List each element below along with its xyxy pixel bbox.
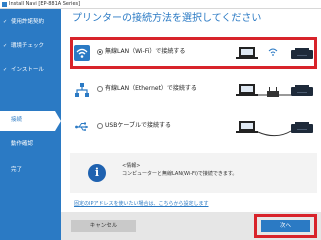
sidebar-item-operation-check: 動作確認 (0, 135, 61, 155)
next-button-highlight: 次へ (254, 214, 317, 238)
sidebar-item-label: 使用許諾契約 (11, 19, 45, 25)
option-label: 無線LAN（Wi-Fi）で接続する (105, 48, 186, 55)
sidebar-item-license: ✓ 使用許諾契約 (0, 13, 61, 33)
sidebar-item-label: 環境チェック (11, 43, 45, 49)
option-usb[interactable]: USBケーブルで接続する (70, 111, 317, 143)
option-label: 有線LAN（Ethernet）で接続する (105, 85, 197, 92)
sidebar-item-environment-check: ✓ 環境チェック (0, 37, 61, 57)
next-button[interactable]: 次へ (261, 220, 310, 232)
option-wifi[interactable]: 無線LAN（Wi-Fi）で接続する (70, 37, 317, 69)
option-ethernet[interactable]: 有線LAN（Ethernet）で接続する (70, 74, 317, 106)
wifi-radio[interactable] (97, 49, 103, 55)
usb-icon (74, 119, 90, 135)
sidebar-item-connection: 接続 (0, 111, 61, 131)
option-label: USBケーブルで接続する (105, 122, 171, 129)
lan-icon (74, 82, 90, 98)
title-bar: Install Navi [EP-881A Series] (0, 0, 321, 9)
info-text: コンピューターと無線LAN(Wi-Fi)で接続できます。 (122, 171, 238, 177)
usb-radio[interactable] (97, 123, 103, 129)
info-title: <情報> (122, 163, 141, 169)
sidebar-item-complete: 完了 (0, 161, 61, 181)
laptop-usb-printer-diagram (235, 113, 317, 141)
ethernet-radio[interactable] (97, 86, 103, 92)
sidebar-item-label: 動作確認 (11, 141, 34, 147)
laptop-wifi-printer-diagram (235, 39, 317, 67)
step-sidebar: ✓ 使用許諾契約 ✓ 環境チェック ✓ インストール 接続 動作確認 完了 (0, 9, 61, 240)
fixed-ip-link[interactable]: 固定のIPアドレスを使いたい場合は、こちらから設定します (74, 201, 209, 208)
sidebar-item-label: 接続 (11, 117, 23, 123)
info-panel: i <情報> コンピューターと無線LAN(Wi-Fi)で接続できます。 (70, 153, 317, 193)
info-icon: i (88, 164, 106, 182)
active-step-arrow (55, 111, 61, 131)
wifi-icon (74, 45, 90, 61)
sidebar-item-label: インストール (11, 67, 44, 73)
check-icon: ✓ (3, 67, 8, 73)
cancel-button[interactable]: キャンセル (71, 220, 136, 232)
app-icon (2, 2, 7, 7)
laptop-router-printer-diagram (235, 76, 317, 104)
sidebar-item-label: 完了 (11, 167, 23, 173)
window-title: Install Navi [EP-881A Series] (9, 1, 81, 7)
check-icon: ✓ (3, 43, 8, 49)
sidebar-item-install: ✓ インストール (0, 61, 61, 81)
page-title: プリンターの接続方法を選択してください (72, 13, 262, 24)
check-icon: ✓ (3, 19, 8, 25)
footer-bar: キャンセル 次へ (61, 212, 321, 240)
